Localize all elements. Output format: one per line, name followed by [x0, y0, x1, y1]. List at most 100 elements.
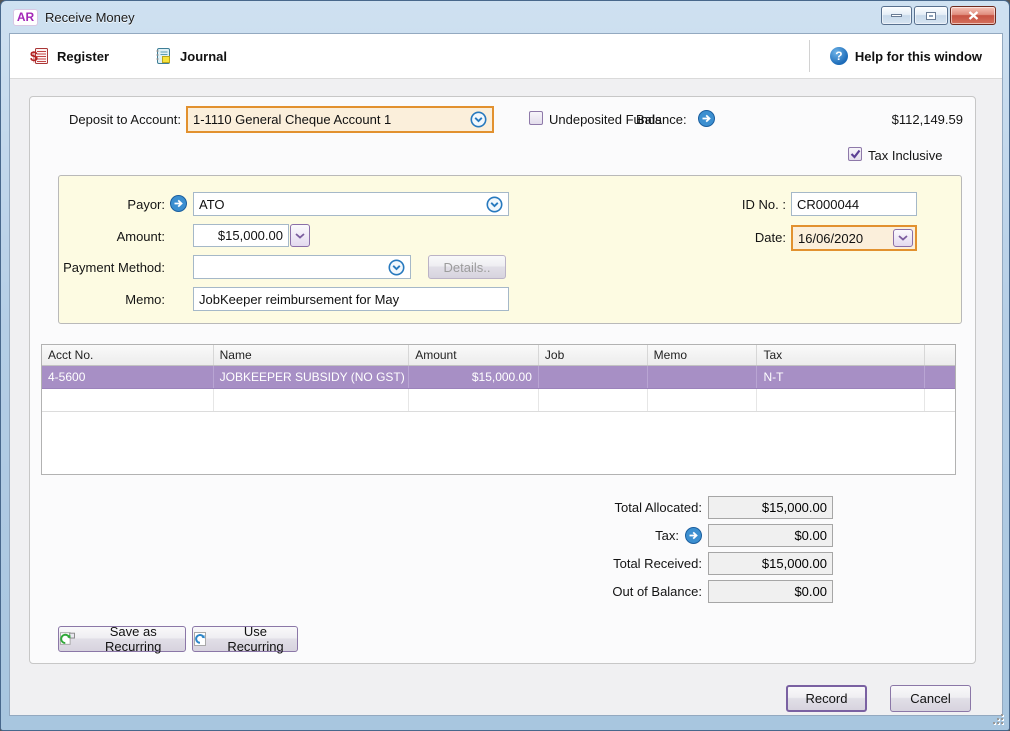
- amount-label: Amount:: [46, 229, 165, 244]
- balance-value: $112,149.59: [841, 112, 963, 127]
- deposit-account-label: Deposit to Account:: [41, 112, 181, 127]
- tax-detail-arrow-icon[interactable]: [685, 527, 702, 544]
- cell-acct-no[interactable]: 4-5600: [42, 366, 214, 388]
- cell-spacer: [925, 389, 955, 411]
- cancel-button[interactable]: Cancel: [890, 685, 971, 712]
- help-label: Help for this window: [855, 49, 982, 64]
- record-label: Record: [806, 691, 848, 706]
- tax-total-row: Tax: $0.00: [541, 524, 833, 547]
- payment-method-field[interactable]: [193, 255, 411, 279]
- details-button[interactable]: Details..: [428, 255, 506, 279]
- cell-job[interactable]: [539, 366, 648, 388]
- tax-label: Tax:: [655, 528, 679, 543]
- help-icon: ?: [830, 47, 848, 65]
- save-recurring-icon: [59, 631, 75, 647]
- toolbar: $ Register Journal ? Help for this windo…: [10, 34, 1002, 79]
- cell-name[interactable]: JOBKEEPER SUBSIDY (NO GST): [214, 366, 410, 388]
- cell-tax[interactable]: [757, 389, 925, 411]
- cell-memo[interactable]: [648, 366, 758, 388]
- date-picker-button[interactable]: [893, 229, 913, 247]
- memo-value: JobKeeper reimbursement for May: [199, 292, 399, 307]
- register-icon: $: [30, 46, 50, 66]
- tax-inclusive-label: Tax Inclusive: [868, 148, 942, 163]
- amount-value: $15,000.00: [218, 228, 283, 243]
- out-of-balance-row: Out of Balance: $0.00: [541, 580, 833, 603]
- save-as-recurring-button[interactable]: Save as Recurring: [58, 626, 186, 652]
- register-label: Register: [57, 49, 109, 64]
- cancel-label: Cancel: [910, 691, 950, 706]
- table-header-row: Acct No. Name Amount Job Memo Tax: [42, 345, 955, 366]
- cell-acct-no[interactable]: [42, 389, 214, 411]
- total-allocated-label: Total Allocated:: [615, 500, 702, 515]
- save-as-recurring-label: Save as Recurring: [81, 624, 185, 654]
- payor-value: ATO: [199, 197, 225, 212]
- column-header-memo: Memo: [648, 345, 758, 365]
- deposit-account-value: 1-1110 General Cheque Account 1: [193, 112, 391, 127]
- total-received-value: $15,000.00: [762, 556, 827, 571]
- out-of-balance-value: $0.00: [794, 584, 827, 599]
- total-allocated-value: $15,000.00: [762, 500, 827, 515]
- tax-field: $0.00: [708, 524, 833, 547]
- cell-name[interactable]: [214, 389, 410, 411]
- total-allocated-field: $15,000.00: [708, 496, 833, 519]
- journal-button[interactable]: Journal: [145, 42, 235, 70]
- id-no-field[interactable]: CR000044: [791, 192, 917, 216]
- chevron-down-icon[interactable]: [486, 196, 503, 213]
- date-field[interactable]: 16/06/2020: [791, 225, 917, 251]
- balance-label: Balance:: [636, 112, 687, 127]
- tax-value: $0.00: [794, 528, 827, 543]
- column-header-name: Name: [214, 345, 410, 365]
- cell-amount[interactable]: [409, 389, 539, 411]
- cell-job[interactable]: [539, 389, 648, 411]
- receive-money-window: AR Receive Money $ Register Journal: [0, 0, 1010, 731]
- title-bar[interactable]: AR Receive Money: [1, 1, 1009, 33]
- check-icon: [850, 149, 861, 159]
- use-recurring-label: Use Recurring: [214, 624, 297, 654]
- payor-detail-arrow-icon[interactable]: [170, 195, 187, 212]
- amount-calculator-button[interactable]: [290, 224, 310, 247]
- payor-field[interactable]: ATO: [193, 192, 509, 216]
- cell-amount[interactable]: $15,000.00: [409, 366, 539, 388]
- cell-memo[interactable]: [648, 389, 758, 411]
- column-header-job: Job: [539, 345, 648, 365]
- minimize-button[interactable]: [881, 6, 912, 25]
- window-title: Receive Money: [45, 10, 135, 25]
- column-header-acct-no: Acct No.: [42, 345, 214, 365]
- chevron-down-icon: [898, 235, 908, 241]
- cell-tax[interactable]: N-T: [757, 366, 925, 388]
- undeposited-funds-checkbox[interactable]: [529, 111, 543, 125]
- id-no-value: CR000044: [797, 197, 859, 212]
- use-recurring-icon: [193, 631, 208, 647]
- amount-field[interactable]: $15,000.00: [193, 224, 289, 247]
- column-header-tax: Tax: [757, 345, 925, 365]
- cell-spacer: [925, 366, 955, 388]
- details-label: Details..: [444, 260, 491, 275]
- chevron-down-icon[interactable]: [470, 111, 487, 128]
- toolbar-separator: [809, 40, 810, 72]
- maximize-icon: [926, 12, 936, 20]
- use-recurring-button[interactable]: Use Recurring: [192, 626, 298, 652]
- record-button[interactable]: Record: [786, 685, 867, 712]
- svg-text:$: $: [30, 48, 38, 64]
- help-button[interactable]: ? Help for this window: [822, 43, 990, 69]
- column-header-amount: Amount: [409, 345, 539, 365]
- chevron-down-icon[interactable]: [388, 259, 405, 276]
- minimize-icon: [891, 14, 902, 17]
- app-badge: AR: [13, 9, 38, 26]
- close-button[interactable]: [950, 6, 996, 25]
- deposit-account-combo[interactable]: 1-1110 General Cheque Account 1: [186, 106, 494, 133]
- table-row-empty[interactable]: [42, 389, 955, 412]
- table-row-selected[interactable]: 4-5600 JOBKEEPER SUBSIDY (NO GST) $15,00…: [42, 366, 955, 389]
- balance-detail-arrow-icon[interactable]: [698, 110, 715, 127]
- register-button[interactable]: $ Register: [22, 42, 117, 70]
- total-received-row: Total Received: $15,000.00: [541, 552, 833, 575]
- resize-grip[interactable]: [991, 712, 1003, 724]
- journal-icon: [153, 46, 173, 66]
- memo-field[interactable]: JobKeeper reimbursement for May: [193, 287, 509, 311]
- maximize-button[interactable]: [914, 6, 948, 25]
- total-allocated-row: Total Allocated: $15,000.00: [541, 496, 833, 519]
- column-header-spacer: [925, 345, 955, 365]
- payor-label: Payor:: [46, 197, 165, 212]
- tax-inclusive-checkbox[interactable]: [848, 147, 862, 161]
- chevron-down-icon: [295, 233, 305, 239]
